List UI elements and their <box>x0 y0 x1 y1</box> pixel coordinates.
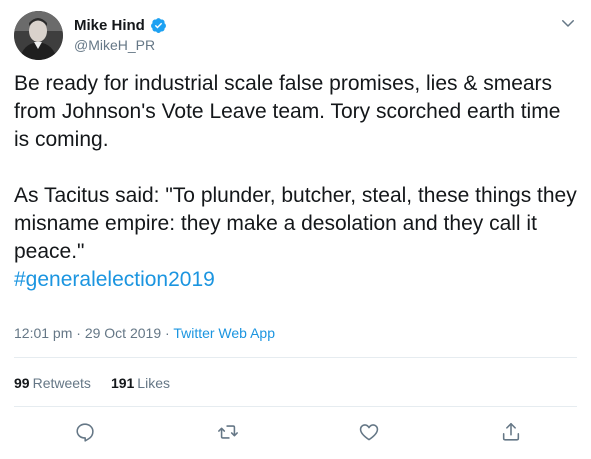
user-handle[interactable]: @MikeH_PR <box>74 37 167 53</box>
meta-separator: · <box>161 325 174 341</box>
likes-label: Likes <box>137 375 170 391</box>
meta-separator: · <box>72 325 85 341</box>
tweet-paragraph-2: As Tacitus said: "To plunder, butcher, s… <box>14 184 583 263</box>
tweet-time[interactable]: 12:01 pm <box>14 325 72 341</box>
reply-icon[interactable] <box>74 421 96 443</box>
divider <box>14 406 577 407</box>
tweet-date[interactable]: 29 Oct 2019 <box>85 325 161 341</box>
retweets-count: 99 <box>14 375 30 391</box>
chevron-down-icon[interactable] <box>559 14 577 32</box>
heart-icon[interactable] <box>358 421 380 443</box>
action-bar <box>74 421 524 445</box>
divider <box>14 357 577 358</box>
tweet-paragraph-1: Be ready for industrial scale false prom… <box>14 72 567 151</box>
avatar-image <box>14 11 63 60</box>
display-name[interactable]: Mike Hind <box>74 17 145 34</box>
retweet-icon[interactable] <box>217 421 239 443</box>
name-row: Mike Hind <box>74 15 167 35</box>
likes-count: 191 <box>110 375 135 391</box>
retweets-stat[interactable]: 99 Retweets <box>14 375 91 391</box>
user-info: Mike Hind @MikeH_PR <box>74 15 167 53</box>
tweet-stats: 99 Retweets 191 Likes <box>14 375 170 391</box>
tweet-text: Be ready for industrial scale false prom… <box>14 70 580 294</box>
hashtag-link[interactable]: #generalelection2019 <box>14 268 215 291</box>
share-icon[interactable] <box>500 421 522 443</box>
likes-stat[interactable]: 191 Likes <box>111 375 170 391</box>
source-app-link[interactable]: Twitter Web App <box>173 325 275 341</box>
retweets-label: Retweets <box>32 375 91 391</box>
tweet-card: Mike Hind @MikeH_PR Be ready for industr… <box>0 0 591 459</box>
tweet-meta: 12:01 pm · 29 Oct 2019 · Twitter Web App <box>14 325 275 341</box>
avatar[interactable] <box>14 11 63 60</box>
verified-badge-icon <box>150 17 166 33</box>
